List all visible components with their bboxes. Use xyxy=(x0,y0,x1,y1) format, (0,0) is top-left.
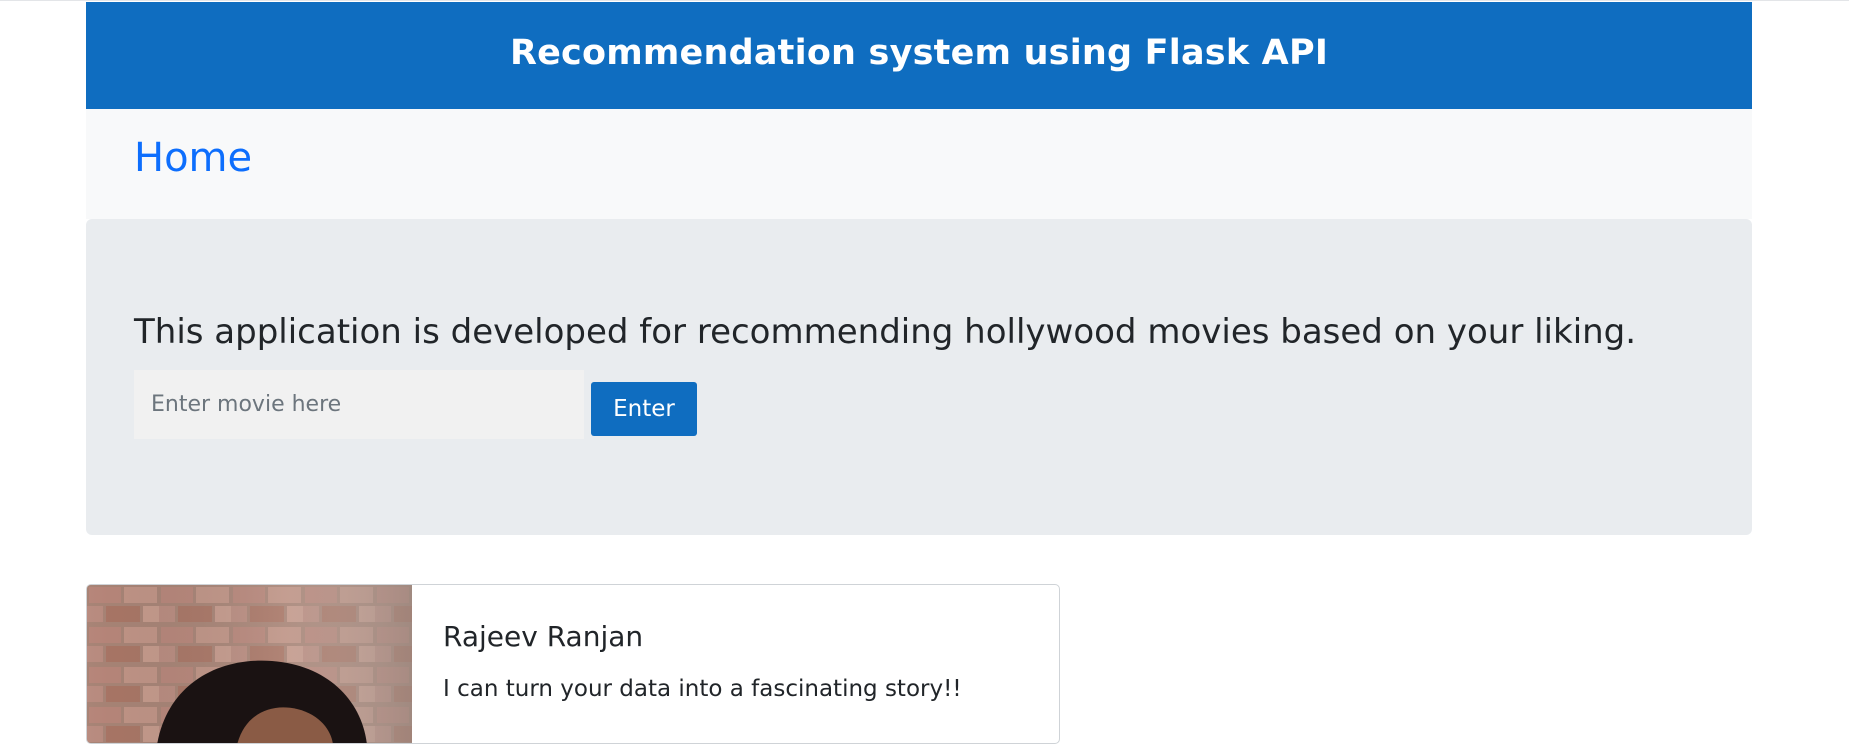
author-photo-image xyxy=(87,585,412,743)
enter-button[interactable]: Enter xyxy=(591,382,697,436)
search-panel: This application is developed for recomm… xyxy=(86,219,1752,535)
author-card: Rajeev Ranjan I can turn your data into … xyxy=(86,584,1060,744)
app-description: This application is developed for recomm… xyxy=(134,312,1637,352)
page-container: Recommendation system using Flask API Ho… xyxy=(86,2,1752,744)
author-photo xyxy=(87,585,412,743)
app-header: Recommendation system using Flask API xyxy=(86,2,1752,109)
author-card-body: Rajeev Ranjan I can turn your data into … xyxy=(412,585,1059,743)
author-tagline: I can turn your data into a fascinating … xyxy=(443,676,962,702)
nav-home-link[interactable]: Home xyxy=(134,135,252,181)
author-name: Rajeev Ranjan xyxy=(443,620,644,653)
movie-search-input[interactable] xyxy=(134,370,584,439)
page-title: Recommendation system using Flask API xyxy=(509,32,1329,73)
navbar: Home xyxy=(86,109,1752,219)
top-divider xyxy=(0,0,1849,1)
